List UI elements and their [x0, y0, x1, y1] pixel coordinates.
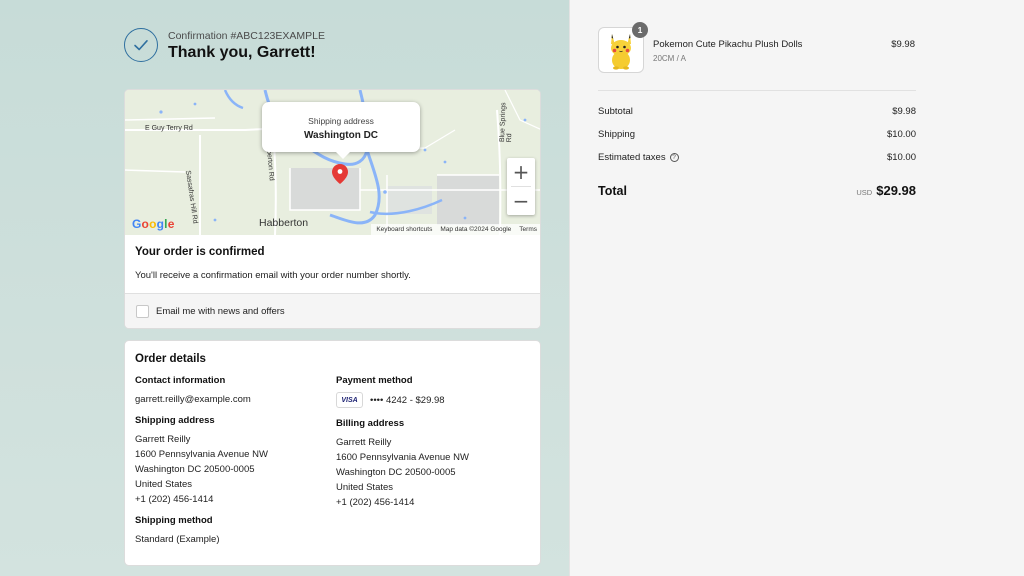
- order-confirmed-title: Your order is confirmed: [135, 246, 265, 258]
- address-line: Garrett Reilly: [135, 434, 191, 445]
- contact-info-heading: Contact information: [135, 375, 226, 386]
- zoom-in-button[interactable]: +: [507, 158, 535, 186]
- total-amount-group: USD $29.98: [856, 182, 916, 200]
- terms-link[interactable]: Terms: [519, 226, 537, 233]
- shipping-label: Shipping: [598, 129, 635, 140]
- page-title: Thank you, Garrett!: [168, 44, 316, 61]
- total-row: Total USD $29.98: [598, 182, 916, 200]
- address-line: 1600 Pennsylvania Avenue NW: [135, 449, 268, 460]
- confirmation-number: Confirmation #ABC123EXAMPLE: [168, 30, 325, 42]
- order-confirmed-card: E Guy Terry Rd Sassafras Hill Rd Habbert…: [124, 89, 541, 329]
- address-line: 1600 Pennsylvania Avenue NW: [336, 452, 469, 463]
- shipping-row: Shipping $10.00: [598, 129, 916, 140]
- address-line: United States: [336, 482, 394, 493]
- billing-address-heading: Billing address: [336, 418, 405, 429]
- bubble-label: Shipping address: [308, 116, 374, 126]
- email-opt-in-row[interactable]: Email me with news and offers: [125, 293, 540, 328]
- address-line: United States: [135, 479, 193, 490]
- map-footer: Keyboard shortcuts Map data ©2024 Google…: [371, 224, 540, 235]
- shipping-address-block: Garrett Reilly 1600 Pennsylvania Avenue …: [135, 432, 335, 507]
- subtotal-value: $9.98: [892, 106, 916, 117]
- order-details-card: Order details Contact information garret…: [124, 340, 541, 566]
- total-currency: USD: [856, 188, 873, 197]
- keyboard-shortcuts-link[interactable]: Keyboard shortcuts: [376, 226, 432, 233]
- visa-card-icon: VISA: [336, 392, 363, 408]
- product-price: $9.98: [891, 39, 915, 50]
- order-confirmed-text: You'll receive a confirmation email with…: [135, 270, 411, 281]
- info-icon[interactable]: ?: [669, 152, 679, 162]
- shipping-method-value: Standard (Example): [135, 534, 220, 545]
- shipping-address-bubble: Shipping address Washington DC: [262, 102, 420, 159]
- road-label: E Guy Terry Rd: [145, 125, 193, 132]
- taxes-label: Estimated taxes: [598, 152, 666, 163]
- billing-address-block: Garrett Reilly 1600 Pennsylvania Avenue …: [336, 435, 536, 510]
- quantity-badge: 1: [632, 22, 648, 38]
- product-name: Pokemon Cute Pikachu Plush Dolls: [653, 39, 803, 50]
- payment-card-line: VISA •••• 4242 - $29.98: [336, 392, 536, 408]
- address-line: +1 (202) 456-1414: [336, 497, 415, 508]
- address-line: Garrett Reilly: [336, 437, 392, 448]
- taxes-label-group: Estimated taxes?: [598, 152, 679, 163]
- total-label: Total: [598, 184, 627, 198]
- town-label: Habberton: [259, 217, 309, 229]
- address-line: Washington DC 20500-0005: [336, 467, 456, 478]
- zoom-controls: + −: [507, 158, 535, 215]
- shipping-map[interactable]: E Guy Terry Rd Sassafras Hill Rd Habbert…: [125, 90, 540, 235]
- shipping-value: $10.00: [886, 129, 916, 140]
- order-details-right-column: Payment method VISA •••• 4242 - $29.98 B…: [336, 375, 536, 510]
- main-panel: Confirmation #ABC123EXAMPLE Thank you, G…: [0, 0, 569, 576]
- shipping-method-heading: Shipping method: [135, 515, 213, 526]
- shipping-address-heading: Shipping address: [135, 415, 215, 426]
- summary-divider: [598, 90, 916, 91]
- order-details-title: Order details: [135, 353, 206, 365]
- order-summary-panel: 1 Pokemon Cute Pikachu Plush Dolls 20CM …: [569, 0, 1024, 576]
- subtotal-label: Subtotal: [598, 106, 633, 117]
- address-line: +1 (202) 456-1414: [135, 494, 214, 505]
- contact-email: garrett.reilly@example.com: [135, 394, 251, 405]
- road-label: Blue Springs Rd: [499, 102, 514, 143]
- product-variant: 20CM / A: [653, 54, 686, 63]
- google-logo: Google: [132, 217, 175, 231]
- taxes-value: $10.00: [886, 152, 916, 163]
- check-circle-icon: [124, 28, 158, 62]
- zoom-out-button[interactable]: −: [507, 187, 535, 215]
- subtotal-row: Subtotal $9.98: [598, 106, 916, 117]
- bubble-tail: [336, 152, 350, 159]
- bubble-value: Washington DC: [303, 130, 379, 141]
- email-opt-in-checkbox[interactable]: [136, 305, 149, 318]
- map-data-credit: Map data ©2024 Google: [440, 226, 512, 233]
- email-opt-in-label[interactable]: Email me with news and offers: [156, 306, 285, 317]
- payment-method-heading: Payment method: [336, 375, 413, 386]
- taxes-row: Estimated taxes? $10.00: [598, 152, 916, 163]
- order-details-left-column: Contact information garrett.reilly@examp…: [135, 375, 335, 547]
- card-summary: •••• 4242 - $29.98: [370, 394, 445, 406]
- total-amount: $29.98: [876, 183, 916, 198]
- address-line: Washington DC 20500-0005: [135, 464, 255, 475]
